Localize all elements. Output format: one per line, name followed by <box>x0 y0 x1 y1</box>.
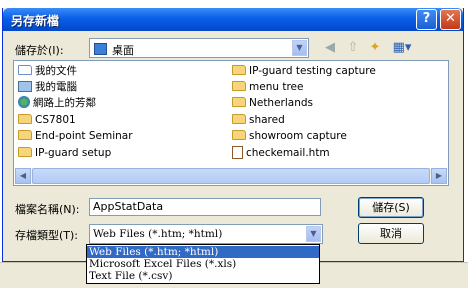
file-list[interactable]: 我的文件 我的電腦 網路上的芳鄰 CS7801 End-point Semina… <box>13 60 449 186</box>
html-file-icon <box>232 145 243 159</box>
save-in-value: 桌面 <box>112 44 134 57</box>
cancel-button[interactable]: 取消 <box>358 223 424 244</box>
file-name-label: 檔案名稱(N): <box>15 203 80 216</box>
window-title: 另存新檔 <box>11 14 60 28</box>
scroll-left-icon[interactable]: ◀ <box>15 168 31 184</box>
scroll-right-icon[interactable]: ▶ <box>431 168 447 184</box>
network-icon <box>18 96 30 108</box>
folder-icon <box>18 114 32 124</box>
file-type-value: Web Files (*.htm; *html) <box>93 228 223 240</box>
list-item[interactable]: 我的文件 <box>18 64 77 79</box>
up-folder-icon[interactable]: ⇧ <box>344 39 362 57</box>
file-type-option[interactable]: Web Files (*.htm; *html) <box>87 246 319 258</box>
file-type-option[interactable]: Text File (*.csv) <box>87 270 319 282</box>
back-icon[interactable]: ◀ <box>321 39 339 57</box>
background-page <box>0 0 468 7</box>
folder-icon <box>232 65 246 75</box>
computer-icon <box>18 80 32 92</box>
folder-icon <box>232 130 246 140</box>
help-button[interactable]: ? <box>416 9 437 30</box>
documents-folder-icon <box>18 65 32 75</box>
save-as-dialog: 另存新檔 ? ✕ 儲存於(I): 桌面 ▼ ◀ ⇧ ✦ ▦▾ 我的文件 我的電腦… <box>2 8 464 262</box>
list-item[interactable]: checkemail.htm <box>232 145 330 161</box>
folder-icon <box>18 130 32 140</box>
folder-icon <box>18 147 32 157</box>
list-item[interactable]: Netherlands <box>232 96 313 111</box>
list-item[interactable]: 我的電腦 <box>18 80 77 95</box>
file-type-dropdown-list[interactable]: Web Files (*.htm; *html) Microsoft Excel… <box>86 244 320 284</box>
title-bar[interactable]: 另存新檔 ? ✕ <box>3 8 463 31</box>
list-item[interactable]: End-point Seminar <box>18 129 133 144</box>
file-name-input[interactable]: AppStatData <box>89 198 321 216</box>
list-item[interactable]: IP-guard setup <box>18 146 111 161</box>
folder-icon <box>232 97 246 107</box>
new-folder-icon[interactable]: ✦ <box>366 39 384 57</box>
list-item[interactable]: shared <box>232 113 285 128</box>
save-in-label: 儲存於(I): <box>15 44 64 57</box>
list-item[interactable]: CS7801 <box>18 113 76 128</box>
view-menu-icon[interactable]: ▦▾ <box>389 39 415 57</box>
save-in-combo[interactable]: 桌面 ▼ <box>89 38 309 58</box>
chevron-down-icon[interactable]: ▼ <box>306 226 321 242</box>
save-button[interactable]: 儲存(S) <box>358 197 424 218</box>
horizontal-scrollbar[interactable]: ◀ ▶ <box>15 168 447 184</box>
list-item[interactable]: 網路上的芳鄰 <box>18 96 96 111</box>
list-item[interactable]: menu tree <box>232 80 303 95</box>
scroll-thumb[interactable] <box>32 168 430 184</box>
file-type-select[interactable]: Web Files (*.htm; *html) ▼ <box>89 224 323 244</box>
folder-icon <box>232 114 246 124</box>
folder-icon <box>232 81 246 91</box>
file-type-label: 存檔類型(T): <box>15 229 79 242</box>
chevron-down-icon[interactable]: ▼ <box>292 40 307 56</box>
close-button[interactable]: ✕ <box>440 9 461 30</box>
file-type-option[interactable]: Microsoft Excel Files (*.xls) <box>87 258 319 270</box>
list-item[interactable]: showroom capture <box>232 129 347 144</box>
desktop-icon <box>94 43 107 55</box>
list-item[interactable]: IP-guard testing capture <box>232 64 376 79</box>
